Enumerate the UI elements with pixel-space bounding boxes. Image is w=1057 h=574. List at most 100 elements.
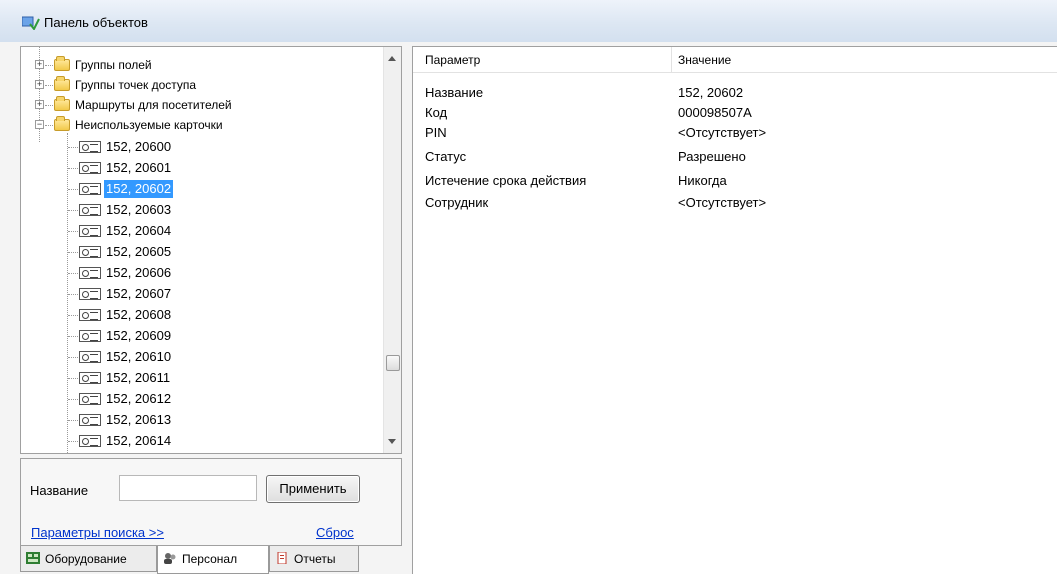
collapse-icon[interactable]: − xyxy=(35,120,44,129)
properties-header: Параметр Значение xyxy=(413,47,1057,73)
tree-card-item-selected[interactable]: 152, 20602 xyxy=(21,179,381,199)
tree-card-item[interactable]: 152, 20608 xyxy=(21,305,381,325)
tree-card-item[interactable]: 152, 20605 xyxy=(21,242,381,262)
apply-button[interactable]: Применить xyxy=(266,475,360,503)
folder-icon xyxy=(54,56,70,71)
card-icon xyxy=(79,435,101,447)
property-row[interactable]: Сотрудник <Отсутствует> xyxy=(413,193,1057,213)
tree-line xyxy=(68,399,78,400)
expand-icon[interactable]: + xyxy=(35,100,44,109)
card-label: 152, 20600 xyxy=(106,139,172,154)
reports-icon xyxy=(277,552,287,564)
scroll-up-icon[interactable] xyxy=(388,56,396,61)
panel-icon xyxy=(22,16,40,30)
tree-card-item[interactable]: 152, 20610 xyxy=(21,347,381,367)
tree-line xyxy=(68,378,78,379)
title-bar: Панель объектов xyxy=(0,0,1057,42)
tree-card-item[interactable]: 152, 20600 xyxy=(21,137,381,157)
tree-card-item[interactable]: 152, 20601 xyxy=(21,158,381,178)
tab-personnel[interactable]: Персонал xyxy=(157,546,269,574)
property-key: Код xyxy=(425,105,448,120)
tree-line xyxy=(68,273,78,274)
folder-icon xyxy=(54,76,70,91)
tree-folder-field-groups[interactable]: + Группы полей xyxy=(21,55,381,75)
tree-line xyxy=(68,294,78,295)
name-label: Название xyxy=(30,483,89,498)
tree-card-item[interactable]: 152, 20611 xyxy=(21,368,381,388)
column-header-value[interactable]: Значение xyxy=(678,53,731,67)
tree-folder-visitor-routes[interactable]: + Маршруты для посетителей xyxy=(21,95,381,115)
card-icon xyxy=(79,288,101,300)
folder-open-icon xyxy=(54,116,70,131)
tree-line xyxy=(68,441,78,442)
property-key: Истечение срока действия xyxy=(425,173,587,188)
tab-label: Персонал xyxy=(182,552,238,566)
tree-line xyxy=(45,125,53,126)
scroll-thumb[interactable] xyxy=(386,355,400,371)
card-label: 152, 20602 xyxy=(104,180,174,198)
card-icon xyxy=(79,393,101,405)
property-key: Сотрудник xyxy=(425,195,489,210)
property-row[interactable]: Статус Разрешено xyxy=(413,147,1057,167)
card-label: 152, 20609 xyxy=(106,328,172,343)
tree-folder-label: Группы точек доступа xyxy=(75,78,197,92)
folder-icon xyxy=(54,96,70,111)
card-label: 152, 20614 xyxy=(106,433,172,448)
card-icon xyxy=(79,330,101,342)
tree-card-item[interactable]: 152, 20614 xyxy=(21,431,381,451)
expand-icon[interactable]: + xyxy=(35,60,44,69)
tree-line xyxy=(68,357,78,358)
tree-folder-label: Группы полей xyxy=(75,58,152,72)
object-tree[interactable]: + Группы полей + Группы точек доступа + … xyxy=(20,46,402,454)
tree-card-item[interactable]: 152, 20606 xyxy=(21,263,381,283)
card-icon xyxy=(79,372,101,384)
card-label: 152, 20610 xyxy=(106,349,172,364)
tree-card-item[interactable]: 152, 20603 xyxy=(21,200,381,220)
property-row[interactable]: Код 000098507A xyxy=(413,103,1057,123)
property-row[interactable]: Истечение срока действия Никогда xyxy=(413,171,1057,191)
property-value: <Отсутствует> xyxy=(678,125,767,140)
tree-scrollbar[interactable] xyxy=(383,47,401,453)
tab-label: Оборудование xyxy=(45,552,127,566)
card-label: 152, 20611 xyxy=(106,370,171,385)
name-input[interactable] xyxy=(119,475,257,501)
search-panel: Название Применить Параметры поиска >> С… xyxy=(20,458,402,546)
card-label: 152, 20612 xyxy=(106,391,172,406)
tab-reports[interactable]: Отчеты xyxy=(269,546,359,572)
card-icon xyxy=(79,162,101,174)
tree-line xyxy=(68,231,78,232)
tree-folder-label: Маршруты для посетителей xyxy=(75,98,232,112)
tree-line xyxy=(68,315,78,316)
object-panel-window: Панель объектов + Группы полей + Группы … xyxy=(0,0,1057,574)
card-label: 152, 20606 xyxy=(106,265,172,280)
property-key: Статус xyxy=(425,149,467,164)
card-icon xyxy=(79,246,101,258)
property-value: Разрешено xyxy=(678,149,746,164)
tree-card-item[interactable]: 152, 20604 xyxy=(21,221,381,241)
card-label: 152, 20608 xyxy=(106,307,172,322)
equipment-icon xyxy=(26,552,40,564)
tree-card-item[interactable]: 152, 20609 xyxy=(21,326,381,346)
property-value: <Отсутствует> xyxy=(678,195,767,210)
column-header-parameter[interactable]: Параметр xyxy=(425,53,480,67)
search-params-link[interactable]: Параметры поиска >> xyxy=(31,525,164,540)
tree-card-item[interactable]: 152, 20613 xyxy=(21,410,381,430)
tree-card-item[interactable]: 152, 20607 xyxy=(21,284,381,304)
personnel-icon xyxy=(164,553,176,564)
tree-line xyxy=(68,336,78,337)
property-row[interactable]: PIN <Отсутствует> xyxy=(413,123,1057,143)
reset-link[interactable]: Сброс xyxy=(316,525,354,540)
column-separator[interactable] xyxy=(671,47,672,73)
expand-icon[interactable]: + xyxy=(35,80,44,89)
tree-folder-unused-cards[interactable]: − Неиспользуемые карточки xyxy=(21,115,381,135)
tree-card-item[interactable]: 152, 20612 xyxy=(21,389,381,409)
scroll-down-icon[interactable] xyxy=(388,439,396,444)
tree-folder-access-groups[interactable]: + Группы точек доступа xyxy=(21,75,381,95)
card-icon xyxy=(79,414,101,426)
tree-line xyxy=(68,210,78,211)
tab-equipment[interactable]: Оборудование xyxy=(20,546,157,572)
tree-line xyxy=(68,168,78,169)
card-icon xyxy=(79,309,101,321)
card-icon xyxy=(79,225,101,237)
property-row[interactable]: Название 152, 20602 xyxy=(413,83,1057,103)
